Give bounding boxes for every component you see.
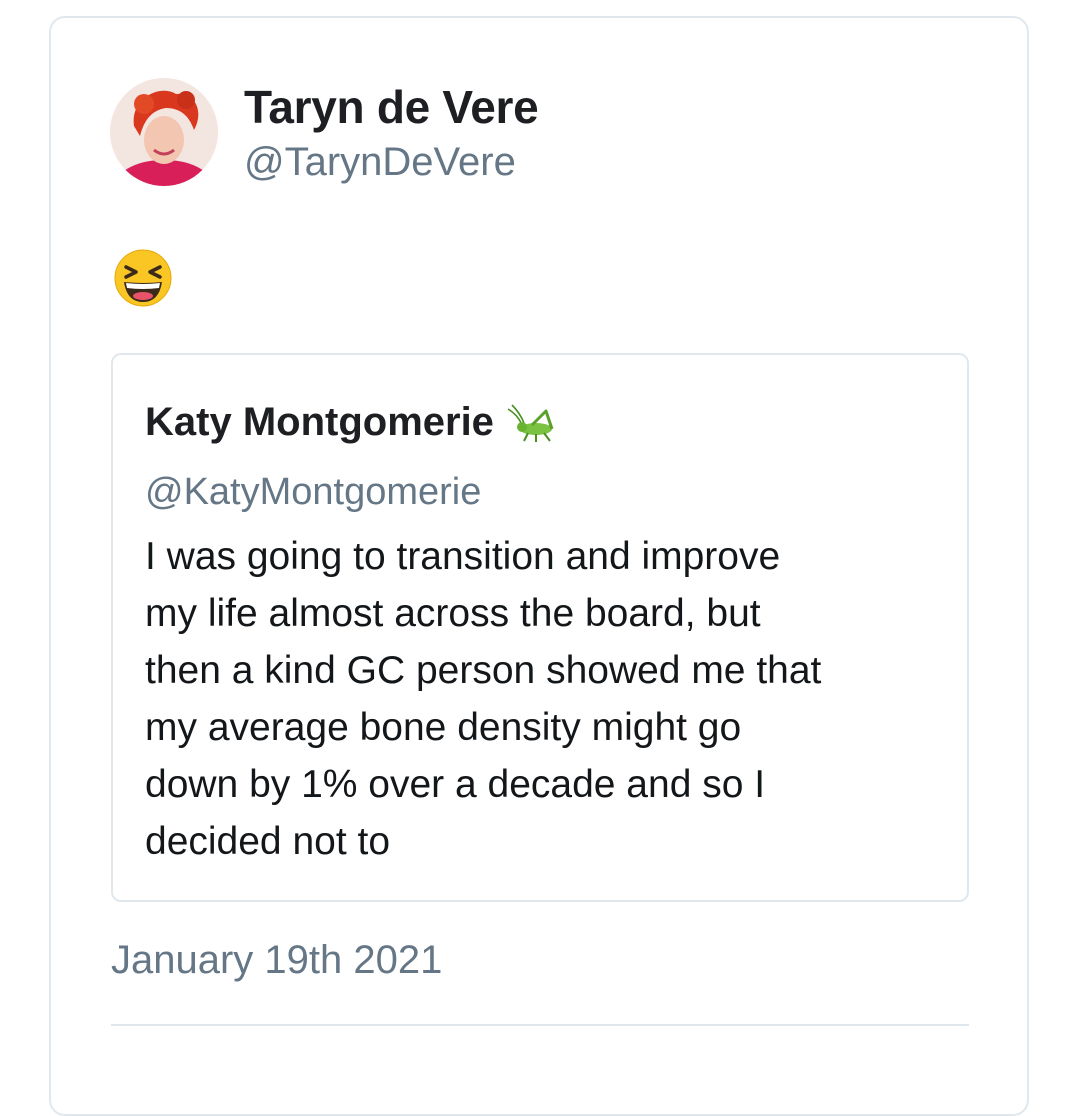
text-line: then a kind GC person showed me that <box>145 649 822 692</box>
text-line: my life almost across the board, but <box>145 592 761 635</box>
text-line: I was going to transition and improve <box>145 535 781 578</box>
author-name[interactable]: Taryn de Vere <box>244 80 539 134</box>
text-line: decided not to <box>145 820 391 863</box>
cricket-icon <box>506 403 558 443</box>
text-line: down by 1% over a decade and so I <box>145 763 766 806</box>
quoted-author-handle[interactable]: @KatyMontgomerie <box>145 471 481 514</box>
avatar-photo <box>110 78 218 186</box>
text-line: my average bone density might go <box>145 706 742 749</box>
quoted-author-name-row: Katy Montgomerie <box>145 400 558 445</box>
avatar[interactable] <box>110 78 218 186</box>
author-handle[interactable]: @TarynDeVere <box>244 140 516 185</box>
quoted-author-name[interactable]: Katy Montgomerie <box>145 400 494 445</box>
divider <box>111 1024 969 1026</box>
quoted-tweet-text: I was going to transition and improve my… <box>145 528 945 870</box>
grinning-squinting-face-icon <box>113 248 173 308</box>
tweet-date[interactable]: January 19th 2021 <box>111 938 442 983</box>
